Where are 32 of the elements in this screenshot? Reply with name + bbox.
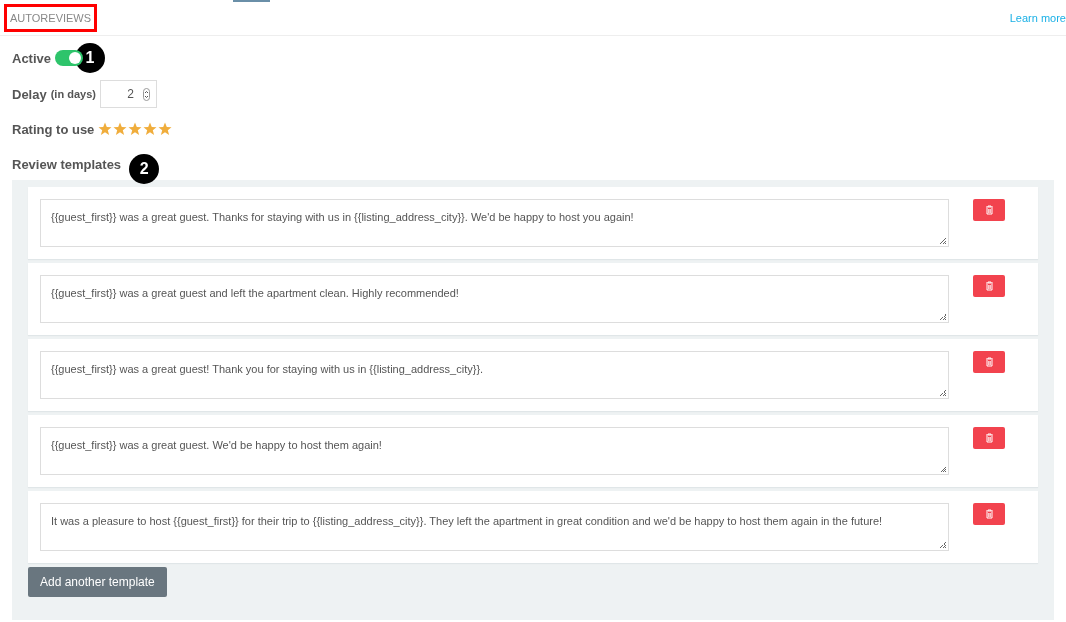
delay-label: Delay [12,86,47,102]
delay-hint: (in days) [50,88,96,100]
template-textarea[interactable]: {{guest_first}} was a great guest. We'd be happy to host them again! [40,427,949,475]
active-label: Active [12,50,52,66]
delete-button[interactable] [973,275,1005,297]
templates-label: Review templates [12,156,122,172]
trash-icon [984,205,994,215]
trash-icon [984,357,994,367]
delete-button[interactable] [973,199,1005,221]
star-icon[interactable] [143,122,158,136]
delete-button[interactable] [973,503,1005,525]
add-template-button[interactable]: Add another template [28,567,167,597]
template-textarea[interactable]: {{guest_first}} was a great guest and left the apartment clean. Highly recommended! [40,275,949,323]
template-textarea[interactable]: {{guest_first}} was a great guest! Thank you for staying with us in {{listing_address_city}}. [40,351,949,399]
annotation-marker: 2 [129,154,160,184]
rating-label: Rating to use [12,121,95,137]
template-textarea[interactable]: It was a pleasure to host {{guest_first}} for their trip to {{listing_address_city}}. They left the apartment in great condition and we'd be happy to host them again in the future! [40,503,949,551]
section-title: AUTOREVIEWS [4,3,98,32]
trash-icon [984,509,994,519]
star-icon[interactable] [98,122,113,136]
delete-button[interactable] [973,351,1005,373]
delay-input[interactable]: 2 [99,80,157,108]
star-icon[interactable] [113,122,128,136]
star-icon[interactable] [158,122,173,136]
active-toggle[interactable] [55,50,84,66]
template-textarea[interactable]: {{guest_first}} was a great guest. Thanks for staying with us in {{listing_address_city}}. We'd be happy to host you again! [40,199,949,247]
delete-button[interactable] [973,427,1005,449]
spinner-icon[interactable] [142,87,150,101]
trash-icon [984,433,994,443]
star-icon[interactable] [128,122,143,136]
rating-stars[interactable] [98,122,173,136]
trash-icon [984,281,994,291]
